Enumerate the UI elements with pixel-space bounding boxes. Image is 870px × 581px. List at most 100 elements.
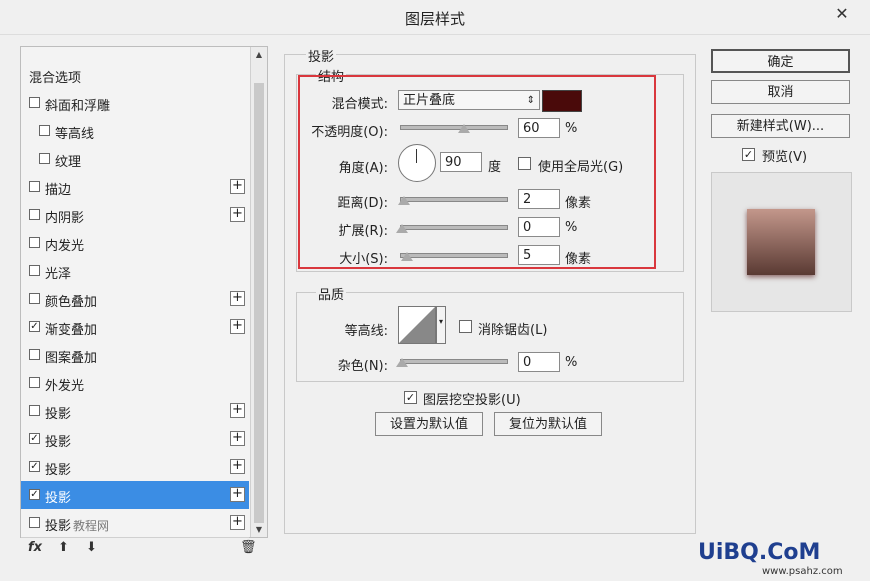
preview-checkbox[interactable]: ✓ xyxy=(742,148,755,161)
scroll-down-icon[interactable]: ▼ xyxy=(254,525,264,534)
style-list-label: 颜色叠加 xyxy=(45,295,98,310)
style-list-label: 内发光 xyxy=(45,239,85,254)
style-list-label: 光泽 xyxy=(45,267,72,282)
move-down-icon[interactable]: ⬇ xyxy=(86,540,97,555)
style-list-item[interactable]: ✓ 投影 + xyxy=(21,453,249,482)
style-checkbox[interactable] xyxy=(29,293,40,304)
style-list-item[interactable]: 投影 + xyxy=(21,509,249,538)
add-icon[interactable]: + xyxy=(230,207,245,222)
add-icon[interactable]: + xyxy=(230,319,245,334)
new-style-button[interactable]: 新建样式(W)... xyxy=(711,114,850,138)
fx-icon[interactable]: fx xyxy=(28,540,42,555)
style-list-item[interactable]: 颜色叠加 + xyxy=(21,285,249,314)
style-checkbox[interactable] xyxy=(29,349,40,360)
style-list-item[interactable]: 混合选项 xyxy=(21,61,249,90)
reset-default-button[interactable]: 复位为默认值 xyxy=(494,412,602,436)
style-list-label: 投影 xyxy=(45,519,72,534)
noise-unit: % xyxy=(565,355,578,370)
style-list-item[interactable]: ✓ 投影 + xyxy=(21,481,249,510)
cancel-button[interactable]: 取消 xyxy=(711,80,850,104)
contour-dropdown-icon[interactable]: ▾ xyxy=(436,306,446,344)
trash-icon[interactable]: 🗑 xyxy=(240,540,257,555)
watermark-url: www.psahz.com xyxy=(762,566,843,577)
preview-panel xyxy=(711,172,852,312)
scroll-up-icon[interactable]: ▲ xyxy=(254,50,264,59)
make-default-button[interactable]: 设置为默认值 xyxy=(375,412,483,436)
style-list-label: 外发光 xyxy=(45,379,85,394)
style-list-item[interactable]: 图案叠加 xyxy=(21,341,249,370)
close-icon[interactable]: ✕ xyxy=(828,4,856,24)
add-icon[interactable]: + xyxy=(230,291,245,306)
style-list-item[interactable]: 光泽 xyxy=(21,257,249,286)
style-checkbox[interactable] xyxy=(29,97,40,108)
contour-label: 等高线: xyxy=(344,324,388,339)
watermark-logo: UiBQ.CoM xyxy=(698,540,821,565)
list-watermark: 教程网 xyxy=(73,519,110,533)
add-icon[interactable]: + xyxy=(230,431,245,446)
move-up-icon[interactable]: ⬆ xyxy=(58,540,69,555)
style-list-label: 混合选项 xyxy=(29,71,82,86)
style-list: 混合选项斜面和浮雕等高线纹理描边 + 内阴影 + 内发光光泽颜色叠加 + ✓ 渐变叠加 + 图案叠… xyxy=(21,47,249,538)
scroll-thumb[interactable] xyxy=(254,83,264,523)
style-list-item[interactable]: 斜面和浮雕 xyxy=(21,89,249,118)
style-list-item[interactable]: 描边 + xyxy=(21,173,249,202)
quality-title: 品质 xyxy=(316,284,347,303)
window-title: 图层样式 xyxy=(404,10,465,28)
add-icon[interactable]: + xyxy=(230,179,245,194)
style-list-label: 投影 xyxy=(45,463,72,478)
style-list-item[interactable]: ✓ 渐变叠加 + xyxy=(21,313,249,342)
style-list-label: 投影 xyxy=(45,407,72,422)
highlight-box xyxy=(298,75,656,269)
add-icon[interactable]: + xyxy=(230,515,245,530)
add-icon[interactable]: + xyxy=(230,403,245,418)
style-list-item[interactable]: ✓ 投影 + xyxy=(21,425,249,454)
style-checkbox[interactable]: ✓ xyxy=(29,321,40,332)
add-icon[interactable]: + xyxy=(230,459,245,474)
style-checkbox[interactable] xyxy=(29,237,40,248)
style-list-label: 纹理 xyxy=(55,155,82,170)
noise-input[interactable]: 0 xyxy=(518,352,560,372)
drop-shadow-title: 投影 xyxy=(306,46,337,65)
style-list-item[interactable]: 外发光 xyxy=(21,369,249,398)
style-checkbox[interactable] xyxy=(29,181,40,192)
ok-button[interactable]: 确定 xyxy=(711,49,850,73)
noise-slider[interactable] xyxy=(400,359,508,364)
contour-linear-icon xyxy=(399,307,435,343)
style-list-panel: 混合选项斜面和浮雕等高线纹理描边 + 内阴影 + 内发光光泽颜色叠加 + ✓ 渐变叠加 + 图案叠… xyxy=(20,46,268,538)
style-list-toolbar: fx ⬆ ⬇ 🗑 xyxy=(20,538,266,560)
style-checkbox[interactable] xyxy=(29,517,40,528)
style-list-label: 渐变叠加 xyxy=(45,323,98,338)
add-icon[interactable]: + xyxy=(230,487,245,502)
style-list-item[interactable]: 等高线 xyxy=(21,117,249,146)
title-bar: 图层样式 ✕ xyxy=(0,0,870,35)
style-list-item[interactable]: 投影 + xyxy=(21,397,249,426)
style-checkbox[interactable]: ✓ xyxy=(29,489,40,500)
style-checkbox[interactable]: ✓ xyxy=(29,461,40,472)
knockout-label: 图层挖空投影(U) xyxy=(423,393,521,408)
noise-label: 杂色(N): xyxy=(337,359,388,374)
style-list-item[interactable]: 内阴影 + xyxy=(21,201,249,230)
style-checkbox[interactable]: ✓ xyxy=(29,433,40,444)
noise-slider-handle[interactable] xyxy=(396,358,408,367)
style-checkbox[interactable] xyxy=(39,125,50,136)
preview-label: 预览(V) xyxy=(762,150,808,165)
style-list-item[interactable]: 纹理 xyxy=(21,145,249,174)
preview-swatch xyxy=(747,209,815,275)
style-list-label: 描边 xyxy=(45,183,72,198)
contour-picker[interactable] xyxy=(398,306,436,344)
style-checkbox[interactable] xyxy=(39,153,50,164)
style-list-label: 斜面和浮雕 xyxy=(45,99,111,114)
style-list-label: 等高线 xyxy=(55,127,95,142)
style-checkbox[interactable] xyxy=(29,377,40,388)
knockout-checkbox[interactable]: ✓ xyxy=(404,391,417,404)
style-checkbox[interactable] xyxy=(29,405,40,416)
antialias-checkbox[interactable] xyxy=(459,320,472,333)
style-list-item[interactable]: 内发光 xyxy=(21,229,249,258)
style-checkbox[interactable] xyxy=(29,265,40,276)
style-list-label: 投影 xyxy=(45,435,72,450)
antialias-label: 消除锯齿(L) xyxy=(478,323,548,338)
style-list-label: 投影 xyxy=(45,491,72,506)
style-list-label: 内阴影 xyxy=(45,211,85,226)
scrollbar[interactable]: ▲ ▼ xyxy=(250,47,267,537)
style-checkbox[interactable] xyxy=(29,209,40,220)
